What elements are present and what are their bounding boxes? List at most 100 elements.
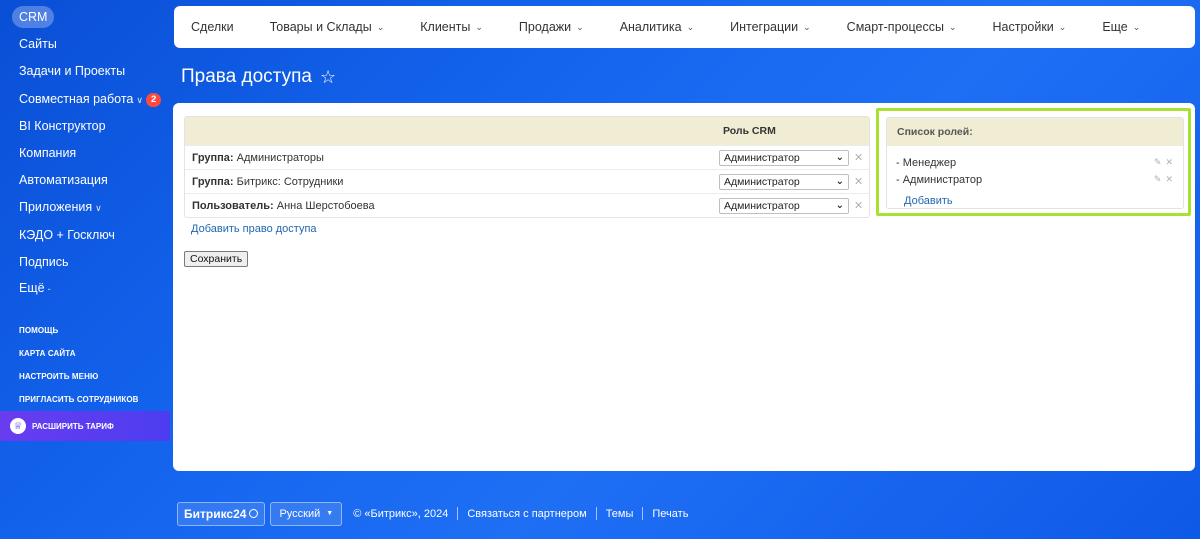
more-dash-icon: - <box>47 284 51 294</box>
footer: Битрикс24 Русский ▼ © «Битрикс», 2024 Свя… <box>177 501 697 526</box>
footer-link-themes[interactable]: Темы <box>597 508 643 520</box>
sidebar: CRM Сайты Задачи и Проекты Совместная ра… <box>0 0 170 539</box>
sidebar-item-label: Совместная работа <box>19 92 134 106</box>
role-label: - Менеджер <box>896 157 957 169</box>
notification-badge: 2 <box>145 93 162 107</box>
role-select[interactable]: Администратор ⌄ <box>719 149 849 166</box>
page-title: Права доступа <box>181 66 312 87</box>
sidebar-item-tasks[interactable]: Задачи и Проекты <box>12 60 132 82</box>
access-subject: Пользователь: Анна Шерстобоева <box>192 200 375 212</box>
upgrade-plan-label: Расширить тариф <box>32 421 114 431</box>
sidebar-link-invite[interactable]: Пригласить сотрудников <box>19 395 139 404</box>
chevron-down-icon: ⌄ <box>576 21 584 32</box>
bitrix24-logo: Битрикс24 <box>177 501 266 526</box>
sidebar-item-collaboration[interactable]: Совместная работа ∨ 2 <box>12 88 168 110</box>
caret-down-icon: ▼ <box>326 510 334 517</box>
chevron-down-icon: ∨ <box>136 95 143 105</box>
role-select-value: Администратор <box>724 151 800 164</box>
sidebar-item-label: Сайты <box>19 37 57 51</box>
permissions-table: Роль CRM Группа: Администраторы Админист… <box>184 116 870 218</box>
remove-row-icon[interactable]: ✕ <box>854 175 863 188</box>
chevron-down-icon: ⌄ <box>376 21 385 32</box>
sidebar-item-automation[interactable]: Автоматизация <box>12 169 115 191</box>
chevron-down-icon: ⌄ <box>835 151 844 163</box>
chevron-down-icon: ∨ <box>95 203 102 213</box>
sidebar-item-more[interactable]: Ещё - <box>12 277 58 299</box>
delete-icon[interactable]: ✕ <box>1165 174 1173 184</box>
language-value: Русский <box>279 507 321 520</box>
remove-row-icon[interactable]: ✕ <box>854 199 863 212</box>
chevron-down-icon: ⌄ <box>1132 21 1141 32</box>
remove-row-icon[interactable]: ✕ <box>854 151 863 164</box>
chevron-down-icon: ⌄ <box>686 21 695 32</box>
role-tools: ✎ ✕ <box>1150 157 1173 168</box>
add-access-link[interactable]: Добавить право доступа <box>191 223 317 235</box>
nav-products[interactable]: Товары и Склады ⌄ <box>270 20 385 34</box>
nav-analytics[interactable]: Аналитика ⌄ <box>620 20 694 34</box>
roles-list-header: Список ролей: <box>887 118 1183 146</box>
sidebar-item-kedo[interactable]: КЭДО + Госключ <box>12 224 122 246</box>
chevron-down-icon: ⌄ <box>803 21 811 32</box>
upgrade-plan-button[interactable]: ♕ Расширить тариф <box>0 411 170 441</box>
nav-sales[interactable]: Продажи ⌄ <box>519 20 584 34</box>
subject-type: Группа: <box>192 151 234 164</box>
sidebar-item-label: Ещё <box>19 281 45 295</box>
sidebar-item-label: Компания <box>19 146 77 160</box>
role-select-value: Администратор <box>724 175 800 188</box>
nav-label: Еще <box>1102 20 1128 34</box>
sidebar-item-label: Подпись <box>19 255 69 269</box>
delete-icon[interactable]: ✕ <box>1165 157 1173 167</box>
copyright: © «Битрикс», 2024 <box>353 507 449 520</box>
roles-list-box: Список ролей: - Менеджер ✎ ✕ - Администра… <box>886 117 1184 209</box>
role-select[interactable]: Администратор ⌄ <box>719 173 849 190</box>
sidebar-item-sign[interactable]: Подпись <box>12 251 75 273</box>
footer-link-print[interactable]: Печать <box>643 508 697 520</box>
main-panel: Роль CRM Группа: Администраторы Админист… <box>173 103 1195 471</box>
sidebar-item-label: Приложения <box>19 200 93 214</box>
access-subject: Группа: Битрикс: Сотрудники <box>192 176 343 188</box>
add-role-link[interactable]: Добавить <box>904 195 953 207</box>
sidebar-item-sites[interactable]: Сайты <box>12 33 64 55</box>
nav-label: Интеграции <box>730 20 799 34</box>
star-icon[interactable]: ☆ <box>320 67 336 88</box>
save-button[interactable]: Сохранить <box>184 251 249 267</box>
subject-name: Битрикс: Сотрудники <box>236 175 344 188</box>
role-select-value: Администратор <box>724 199 800 212</box>
sidebar-item-label: Задачи и Проекты <box>19 64 126 78</box>
sidebar-link-help[interactable]: Помощь <box>19 326 58 335</box>
edit-pencil-icon[interactable]: ✎ <box>1154 174 1162 184</box>
nav-settings[interactable]: Настройки ⌄ <box>992 20 1066 34</box>
nav-smart-processes[interactable]: Смарт-процессы ⌄ <box>847 20 957 34</box>
role-tools: ✎ ✕ <box>1150 174 1173 185</box>
sidebar-item-label: CRM <box>19 10 48 24</box>
sidebar-link-configure-menu[interactable]: Настроить меню <box>19 372 98 381</box>
sidebar-item-bi[interactable]: BI Конструктор <box>12 115 113 137</box>
footer-link-partner[interactable]: Связаться с партнером <box>458 508 595 520</box>
top-navigation: Сделки Товары и Склады ⌄ Клиенты ⌄ Продажи… <box>174 6 1195 48</box>
clock-icon <box>249 509 259 518</box>
sidebar-item-company[interactable]: Компания <box>12 142 83 164</box>
subject-name: Администраторы <box>236 151 324 164</box>
language-select[interactable]: Русский ▼ <box>270 501 343 526</box>
role-item-manager[interactable]: - Менеджер ✎ ✕ <box>896 157 1179 169</box>
table-row: Группа: Битрикс: Сотрудники Администрато… <box>185 169 869 193</box>
nav-clients[interactable]: Клиенты ⌄ <box>420 20 483 34</box>
roles-highlight-frame: Список ролей: - Менеджер ✎ ✕ - Администра… <box>876 108 1191 216</box>
nav-more[interactable]: Еще ⌄ <box>1102 20 1140 34</box>
sidebar-item-apps[interactable]: Приложения ∨ <box>12 196 109 218</box>
nav-label: Сделки <box>191 20 234 34</box>
role-select[interactable]: Администратор ⌄ <box>719 197 849 214</box>
sidebar-item-label: Автоматизация <box>19 173 108 187</box>
sidebar-item-crm[interactable]: CRM <box>12 6 55 28</box>
nav-integrations[interactable]: Интеграции ⌄ <box>730 20 811 34</box>
edit-pencil-icon[interactable]: ✎ <box>1154 157 1162 167</box>
role-item-admin[interactable]: - Администратор ✎ ✕ <box>896 174 1179 186</box>
nav-deals[interactable]: Сделки <box>191 20 234 34</box>
chevron-down-icon: ⌄ <box>835 199 844 211</box>
column-header-crm-role: Роль CRM <box>723 125 776 137</box>
sidebar-item-label: КЭДО + Госключ <box>19 228 115 242</box>
sidebar-item-label: BI Конструктор <box>19 119 106 133</box>
nav-label: Клиенты <box>420 20 471 34</box>
sidebar-link-sitemap[interactable]: Карта сайта <box>19 349 76 358</box>
logo-text: Битрикс24 <box>184 506 247 521</box>
